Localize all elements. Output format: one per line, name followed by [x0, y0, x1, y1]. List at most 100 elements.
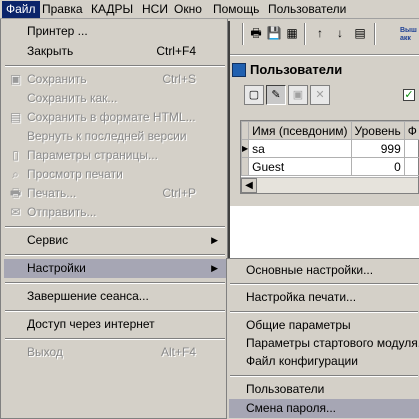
settings-submenu: Основные настройки... Настройка печати..…: [226, 258, 419, 419]
submenu-item-config-file[interactable]: Файл конфигурации: [229, 352, 419, 371]
menu-edit[interactable]: Правка: [38, 1, 87, 18]
row-header-corner: [240, 121, 250, 140]
menu-item-revert[interactable]: Вернуть к последней версии: [4, 127, 226, 146]
filter-checkbox[interactable]: ✓: [403, 89, 415, 101]
window-icon: [232, 63, 246, 77]
submenu-item-general-params[interactable]: Общие параметры: [229, 316, 419, 335]
menu-item-label: Отправить...: [27, 205, 97, 219]
submenu-item-change-password[interactable]: Смена пароля...: [229, 399, 419, 418]
submenu-item-label: Пользователи: [246, 382, 325, 396]
cell-f[interactable]: [403, 157, 419, 176]
menu-item-settings[interactable]: Настройки ▶: [4, 259, 226, 278]
menu-item-label: Сервис: [27, 233, 69, 247]
submenu-item-basic-settings[interactable]: Основные настройки...: [229, 261, 419, 280]
menu-separator: [5, 282, 225, 284]
menu-item-print[interactable]: 🖶 Печать... Ctrl+P: [4, 184, 226, 203]
cell-level[interactable]: 0: [350, 157, 405, 176]
menu-item-save-html[interactable]: ▤ Сохранить в формате HTML...: [4, 108, 226, 127]
submenu-item-users[interactable]: Пользователи: [229, 380, 419, 399]
disk-icon[interactable]: ▦: [284, 25, 300, 41]
main-toolbar: 🖶 💾 ▦ ↑ ↓ ▤ Выш акк: [228, 19, 419, 55]
html-save-icon: ▤: [9, 110, 22, 124]
table-row[interactable]: Guest 0: [240, 157, 419, 176]
menu-item-end-session[interactable]: Завершение сеанса...: [4, 287, 226, 306]
menu-nsi[interactable]: НСИ: [138, 1, 172, 18]
menu-separator: [230, 311, 418, 313]
sort-desc-icon[interactable]: ↓: [332, 25, 348, 41]
menu-item-send[interactable]: ✉ Отправить...: [4, 203, 226, 222]
menu-item-service[interactable]: Сервис ▶: [4, 231, 226, 250]
menu-item-label: Вернуть к последней версии: [27, 129, 187, 143]
menu-separator: [5, 310, 225, 312]
horizontal-scrollbar[interactable]: ◀: [241, 177, 418, 193]
cell-name[interactable]: Guest: [248, 157, 352, 176]
menu-item-close[interactable]: Закрыть Ctrl+F4: [4, 42, 226, 61]
menu-item-label: Доступ через интернет: [27, 317, 155, 331]
menu-item-label: Завершение сеанса...: [27, 289, 149, 303]
submenu-item-label: Настройка печати...: [246, 290, 357, 304]
scroll-left-icon[interactable]: ◀: [241, 178, 257, 193]
menu-item-label: Принтер ...: [27, 24, 88, 38]
table-row[interactable]: ▶ sa 999: [240, 139, 419, 158]
menu-item-page-setup[interactable]: ▯ Параметры страницы...: [4, 146, 226, 165]
users-window-toolbar: ▢ ✎ ▣ ✕: [228, 82, 419, 112]
column-header-f[interactable]: Ф: [403, 121, 419, 140]
menu-item-printer[interactable]: Принтер ...: [4, 22, 226, 41]
page-icon: ▯: [12, 148, 19, 162]
cell-f[interactable]: [403, 139, 419, 158]
menu-item-print-preview[interactable]: ⌕ Просмотр печати: [4, 165, 226, 184]
submenu-item-label: Основные настройки...: [246, 263, 374, 277]
sort-asc-icon[interactable]: ↑: [312, 25, 328, 41]
menu-item-label: Закрыть: [27, 44, 74, 58]
menu-item-shortcut: Ctrl+S: [162, 72, 196, 86]
menu-separator: [5, 65, 225, 67]
toolbar-separator: [374, 23, 376, 45]
submenu-item-startup-params[interactable]: Параметры стартового модуля...: [229, 334, 419, 353]
submenu-arrow-icon: ▶: [211, 235, 218, 245]
menu-item-label: Сохранить: [27, 72, 87, 86]
edit-record-icon[interactable]: ✎: [266, 85, 286, 105]
menu-item-label: Настройки: [27, 261, 86, 275]
table-icon[interactable]: ▤: [352, 25, 368, 41]
menu-separator: [5, 226, 225, 228]
submenu-item-label: Общие параметры: [246, 318, 351, 332]
cell-level[interactable]: 999: [350, 139, 405, 158]
users-grid: Имя (псевдоним) Уровень Ф ▶ sa 999 Guest…: [240, 120, 419, 194]
file-menu: Принтер ... Закрыть Ctrl+F4 ▣ Сохранить …: [0, 19, 228, 419]
menu-item-exit[interactable]: Выход Alt+F4: [4, 343, 226, 362]
users-window-title-bar: Пользователи: [228, 60, 419, 80]
printer-icon[interactable]: 🖶: [248, 25, 264, 41]
current-row-indicator-icon: ▶: [240, 139, 250, 158]
users-window: Пользователи ▢ ✎ ▣ ✕ ✓ Имя (псевдоним) У…: [228, 56, 419, 206]
menu-item-save-as[interactable]: Сохранить как...: [4, 89, 226, 108]
users-window-title: Пользователи: [250, 62, 343, 77]
column-header-level[interactable]: Уровень: [350, 121, 405, 140]
menu-window[interactable]: Окно: [170, 1, 206, 18]
menu-item-label: Параметры страницы...: [27, 148, 158, 162]
column-header-name[interactable]: Имя (псевдоним): [248, 121, 352, 140]
new-record-icon[interactable]: ▢: [244, 85, 264, 105]
menu-kadry[interactable]: КАДРЫ: [87, 1, 137, 18]
menu-users[interactable]: Пользователи: [264, 1, 350, 18]
save-record-icon[interactable]: ▣: [288, 85, 308, 105]
menu-separator: [230, 283, 418, 285]
cell-name[interactable]: sa: [248, 139, 352, 158]
menu-item-label: Просмотр печати: [27, 167, 123, 181]
submenu-item-label: Смена пароля...: [246, 401, 336, 415]
menu-separator: [5, 254, 225, 256]
menu-item-internet-access[interactable]: Доступ через интернет: [4, 315, 226, 334]
menu-item-label: Сохранить как...: [27, 91, 118, 105]
send-icon: ✉: [10, 205, 21, 219]
menu-item-shortcut: Ctrl+F4: [156, 44, 196, 58]
menu-item-shortcut: Ctrl+P: [162, 186, 196, 200]
menu-item-save[interactable]: ▣ Сохранить Ctrl+S: [4, 70, 226, 89]
menu-item-label: Сохранить в формате HTML...: [27, 110, 196, 124]
submenu-item-print-settings[interactable]: Настройка печати...: [229, 288, 419, 307]
menu-bar: Файл Правка КАДРЫ НСИ Окно Помощь Пользо…: [0, 0, 419, 19]
save-icon[interactable]: 💾: [266, 25, 282, 41]
menu-help[interactable]: Помощь: [209, 1, 263, 18]
menu-item-label: Печать...: [27, 186, 77, 200]
delete-record-icon[interactable]: ✕: [310, 85, 330, 105]
menu-separator: [230, 375, 418, 377]
menu-file[interactable]: Файл: [2, 1, 40, 18]
